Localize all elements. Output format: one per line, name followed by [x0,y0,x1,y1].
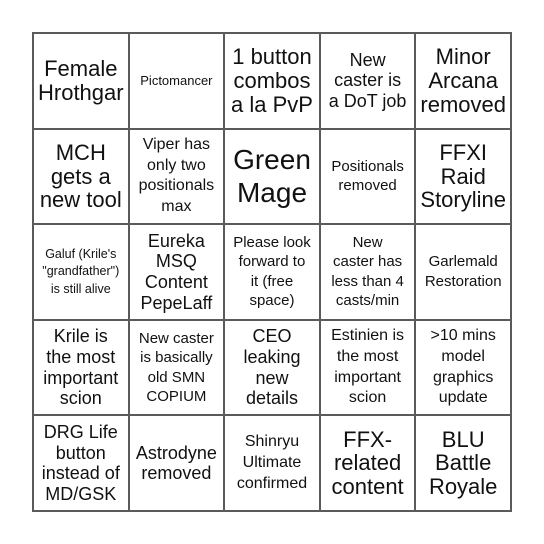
bingo-cell-r4c5[interactable]: >10 mins model graphics update [415,319,511,416]
bingo-cell-r4c1[interactable]: Krile is the most important scion [33,319,129,416]
bingo-board: Female Hrothgar Pictomancer 1 button com… [32,32,512,512]
cell-text: Astrodyne removed [135,442,217,484]
cell-text: New caster is basically old SMN COPIUM [138,329,214,406]
cell-text: Please look forward to it (free space) [233,233,311,310]
bingo-cell-r2c4[interactable]: Positionals removed [319,128,416,225]
cell-text: Positionals removed [331,157,404,195]
cell-text: CEO leaking new details [243,326,301,409]
cell-text: Eureka MSQ Content PepeLaff [140,230,213,313]
bingo-cell-r3c1[interactable]: Galuf (Krile's "grandfather") is still a… [33,224,129,320]
bingo-cell-r4c2[interactable]: New caster is basically old SMN COPIUM [128,319,225,416]
bingo-cell-r2c1[interactable]: MCH gets a new tool [33,128,129,225]
bingo-cell-r5c3[interactable]: Shinryu Ultimate confirmed [224,415,320,511]
bingo-cell-r1c1[interactable]: Female Hrothgar [33,33,129,129]
bingo-cell-r2c5[interactable]: FFXI Raid Storyline [415,128,511,225]
bingo-cell-r5c4[interactable]: FFX- related content [319,415,416,511]
cell-text: Galuf (Krile's "grandfather") is still a… [42,246,120,296]
bingo-cell-r3c5[interactable]: Garlemald Restoration [415,224,511,320]
cell-text: BLU Battle Royale [428,426,498,500]
bingo-cell-r1c3[interactable]: 1 button combos a la PvP [224,33,320,129]
cell-text: Pictomancer [140,73,213,89]
cell-text: Green Mage [233,143,311,209]
cell-text: Estinien is the most important scion [331,327,405,407]
bingo-cell-r3c2[interactable]: Eureka MSQ Content PepeLaff [128,224,225,320]
cell-text: New caster is a DoT job [328,49,407,112]
bingo-cell-r4c4[interactable]: Estinien is the most important scion [319,319,416,416]
bingo-cell-r1c4[interactable]: New caster is a DoT job [319,33,416,129]
bingo-cell-r1c2[interactable]: Pictomancer [128,33,225,129]
cell-text: DRG Life button instead of MD/GSK [41,421,120,504]
bingo-cell-free-space[interactable]: Please look forward to it (free space) [224,224,320,320]
cell-text: Female Hrothgar [38,56,124,105]
cell-text: Viper has only two positionals max [138,135,215,216]
bingo-cell-r1c5[interactable]: Minor Arcana removed [415,33,511,129]
bingo-cell-r4c3[interactable]: CEO leaking new details [224,319,320,416]
bingo-cell-r3c4[interactable]: New caster has less than 4 casts/min [319,224,416,320]
bingo-cell-r2c2[interactable]: Viper has only two positionals max [128,128,225,225]
cell-text: FFXI Raid Storyline [420,139,506,213]
cell-text: New caster has less than 4 casts/min [331,233,404,310]
bingo-cell-r5c5[interactable]: BLU Battle Royale [415,415,511,511]
bingo-cell-r5c1[interactable]: DRG Life button instead of MD/GSK [33,415,129,511]
cell-text: FFX- related content [331,426,404,500]
cell-text: 1 button combos a la PvP [231,44,313,117]
cell-text: MCH gets a new tool [39,139,122,213]
cell-text: Shinryu Ultimate confirmed [236,432,308,492]
cell-text: >10 mins model graphics update [430,327,496,407]
cell-text: Krile is the most important scion [43,326,119,409]
cell-text: Garlemald Restoration [424,253,502,290]
cell-text: Minor Arcana removed [420,44,506,117]
bingo-cell-r2c3[interactable]: Green Mage [224,128,320,225]
bingo-cell-r5c2[interactable]: Astrodyne removed [128,415,225,511]
